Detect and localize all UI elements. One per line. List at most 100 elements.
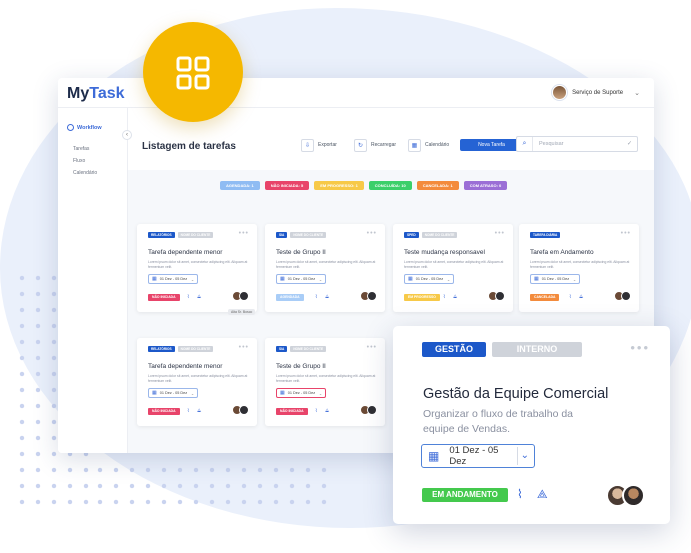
- share-icon[interactable]: ⟁: [537, 487, 548, 502]
- sidebar-item-workflow[interactable]: Workflow: [67, 124, 102, 131]
- more-options-icon[interactable]: •••: [621, 230, 631, 237]
- avatar[interactable]: [495, 291, 505, 301]
- paperclip-icon[interactable]: ⌇: [187, 294, 192, 300]
- export-icon: ⇩: [301, 138, 314, 152]
- filter-chip[interactable]: EM PROGRESSO: 1: [314, 181, 364, 190]
- share-icon[interactable]: ⟁: [325, 294, 332, 300]
- task-card[interactable]: SPED NOME DO CLIENTE ••• Teste mudança resp…: [393, 224, 513, 312]
- sidebar-item-calendario[interactable]: Calendário: [73, 170, 97, 176]
- share-icon[interactable]: ⟁: [197, 408, 204, 414]
- logo[interactable]: MyTask: [67, 85, 125, 103]
- card-date: 01 Dez - 05 Dez: [415, 277, 444, 281]
- task-card[interactable]: RELATÓRIOS NOME DO CLIENTE ••• Tarefa depen…: [137, 338, 257, 426]
- chevron-down-icon: ⌄: [517, 447, 529, 465]
- paperclip-icon[interactable]: ⌇: [315, 294, 320, 300]
- calendar-icon: ▦: [280, 390, 285, 396]
- detail-tag-primary: GESTÃO: [422, 342, 486, 357]
- card-tag-primary: RELATÓRIOS: [148, 346, 175, 352]
- sidebar-item-tarefas[interactable]: Tarefas: [73, 146, 89, 152]
- gear-icon: [67, 124, 74, 131]
- paperclip-icon[interactable]: ⌇: [315, 408, 320, 414]
- user-menu[interactable]: Serviço de Suporte ⌄: [552, 85, 640, 100]
- chevron-down-icon: ⌄: [318, 391, 322, 396]
- more-options-icon[interactable]: •••: [367, 230, 377, 237]
- share-icon[interactable]: ⟁: [453, 294, 460, 300]
- card-tag-secondary: NOME DO CLIENTE: [177, 232, 214, 238]
- calendar-icon: ▦: [408, 276, 413, 282]
- avatar[interactable]: [621, 291, 631, 301]
- card-date-picker[interactable]: ▦ 01 Dez - 05 Dez ⌄: [404, 274, 454, 284]
- sidebar: ‹ Workflow Tarefas Fluxo Calendário: [58, 108, 132, 453]
- card-date-picker[interactable]: ▦ 01 Dez - 05 Dez ⌄: [276, 274, 326, 284]
- more-options-icon[interactable]: •••: [239, 230, 249, 237]
- card-tags: SIA NOME DO CLIENTE: [276, 346, 327, 352]
- page-title: Listagem de tarefas: [142, 141, 236, 152]
- task-card[interactable]: SIA NOME DO CLIENTE ••• Teste de Grupo II Lo…: [265, 338, 385, 426]
- share-icon[interactable]: ⟁: [579, 294, 586, 300]
- filter-chip[interactable]: AGENDADA: 1: [220, 181, 260, 190]
- avatar[interactable]: [239, 405, 249, 415]
- check-icon: ✓: [626, 141, 632, 147]
- share-icon[interactable]: ⟁: [197, 294, 204, 300]
- card-actions: ⌇ ⟁: [187, 294, 204, 300]
- avatar[interactable]: [622, 484, 645, 507]
- paperclip-icon[interactable]: ⌇: [517, 487, 523, 502]
- share-icon[interactable]: ⟁: [325, 408, 332, 414]
- card-tags: RELATÓRIOS NOME DO CLIENTE: [148, 232, 214, 238]
- task-detail-card[interactable]: GESTÃO INTERNO ••• Gestão da Equipe Come…: [393, 326, 670, 524]
- task-card[interactable]: SIA NOME DO CLIENTE ••• Teste de Grupo II Lo…: [265, 224, 385, 312]
- card-actions: ⌇ ⟁: [315, 408, 332, 414]
- detail-date: 01 Dez - 05 Dez: [449, 445, 499, 467]
- avatar[interactable]: [239, 291, 249, 301]
- tooltip: Alta Sr. Bosco: [228, 309, 256, 315]
- paperclip-icon[interactable]: ⌇: [569, 294, 574, 300]
- card-title: Tarefa dependente menor: [148, 249, 223, 256]
- card-assignees: [360, 291, 377, 301]
- sidebar-item-fluxo[interactable]: Fluxo: [73, 158, 85, 164]
- avatar[interactable]: [367, 405, 377, 415]
- status-badge: AGENDADA: [276, 294, 304, 301]
- filter-chip[interactable]: NÃO INICIADA: 5: [264, 181, 310, 190]
- status-badge: EM ANDAMENTO: [422, 488, 508, 502]
- card-tag-secondary: NOME DO CLIENTE: [421, 232, 458, 238]
- paperclip-icon[interactable]: ⌇: [187, 408, 192, 414]
- sidebar-collapse-button[interactable]: ‹: [122, 130, 132, 140]
- calendar-button[interactable]: ▦ Calendário: [408, 138, 449, 152]
- more-options-icon[interactable]: •••: [495, 230, 505, 237]
- card-title: Teste de Grupo II: [276, 363, 326, 370]
- avatar[interactable]: [367, 291, 377, 301]
- user-name: Serviço de Suporte: [572, 89, 624, 96]
- filter-chip[interactable]: COM ATRASO: 0: [463, 181, 508, 190]
- task-card[interactable]: RELATÓRIOS NOME DO CLIENTE ••• Tarefa depen…: [137, 224, 257, 312]
- card-description: Lorem ipsum dolor sit amet, consectetur …: [148, 374, 248, 383]
- more-options-icon[interactable]: •••: [239, 344, 249, 351]
- card-date-picker[interactable]: ▦ 01 Dez - 05 Dez ⌄: [530, 274, 580, 284]
- status-badge: NÃO INICIADA: [148, 408, 180, 415]
- task-card[interactable]: TAREFA DIÁRIA ••• Tarefa em Andamento Lorem…: [519, 224, 639, 312]
- card-date: 01 Dez - 05 Dez: [287, 391, 316, 395]
- filter-chip[interactable]: CANCELADA: 1: [416, 181, 459, 190]
- calendar-icon: ▦: [280, 276, 285, 282]
- card-description: Lorem ipsum dolor sit amet, consectetur …: [276, 374, 376, 383]
- card-date-picker[interactable]: ▦ 01 Dez - 05 Dez ⌄: [148, 388, 198, 398]
- card-tag-primary: SIA: [276, 232, 288, 238]
- card-date-picker[interactable]: ▦ 01 Dez - 05 Dez ⌄: [148, 274, 198, 284]
- chevron-down-icon: ⌄: [572, 277, 576, 282]
- card-actions: ⌇ ⟁: [443, 294, 460, 300]
- new-task-button[interactable]: Nova Tarefa: [460, 139, 523, 151]
- card-tags: TAREFA DIÁRIA: [530, 232, 561, 238]
- filter-chip[interactable]: CONCLUÍDA: 10: [368, 181, 412, 190]
- more-options-icon[interactable]: •••: [367, 344, 377, 351]
- export-button[interactable]: ⇩ Exportar: [301, 138, 337, 152]
- more-options-icon[interactable]: •••: [630, 340, 650, 355]
- card-tags: SIA NOME DO CLIENTE: [276, 232, 327, 238]
- reload-button[interactable]: ↻ Recarregar: [354, 138, 396, 152]
- card-actions: ⌇ ⟁: [315, 294, 332, 300]
- paperclip-icon[interactable]: ⌇: [443, 294, 448, 300]
- search-input[interactable]: Pesquisar: [539, 141, 563, 147]
- dot-pattern-bottom: [92, 462, 332, 510]
- logo-suffix: Task: [89, 85, 125, 102]
- detail-date-picker[interactable]: ▦ 01 Dez - 05 Dez ⌄: [421, 444, 535, 468]
- search-field[interactable]: ⌕ Pesquisar ✓: [516, 136, 638, 152]
- card-date-picker[interactable]: ▦ 01 Dez - 05 Dez ⌄: [276, 388, 326, 398]
